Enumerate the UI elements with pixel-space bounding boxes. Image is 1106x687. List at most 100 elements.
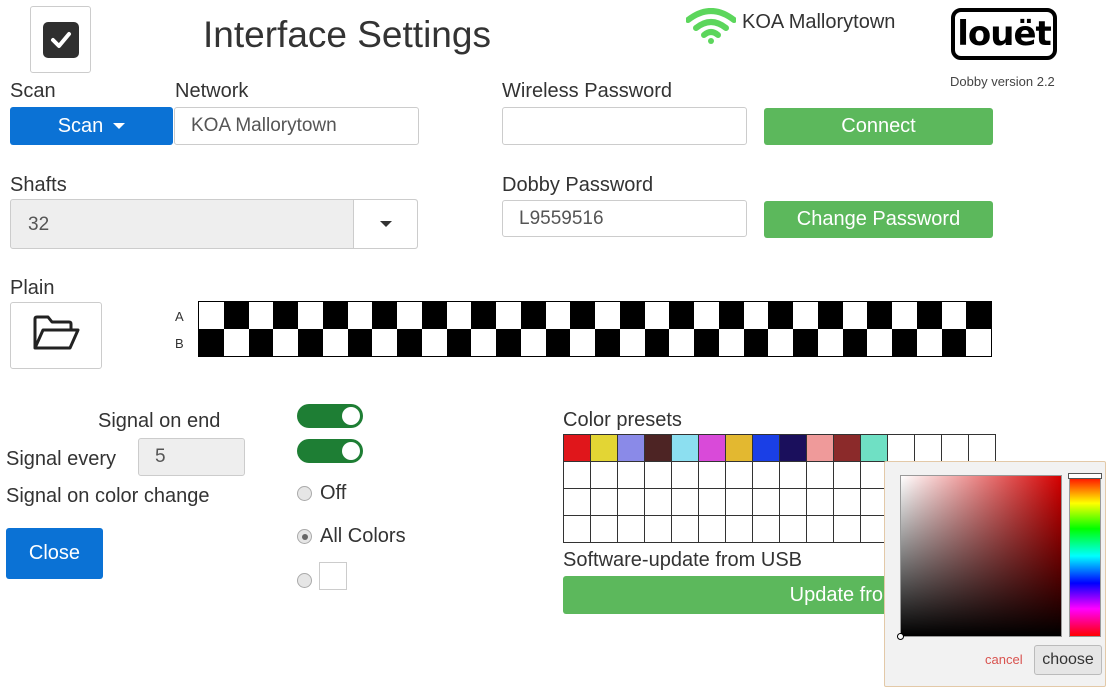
pattern-cell[interactable]: [916, 302, 942, 329]
change-password-button[interactable]: Change Password: [764, 201, 993, 238]
color-preset-swatch[interactable]: [591, 462, 618, 489]
color-preset-swatch[interactable]: [834, 489, 861, 516]
color-preset-swatch[interactable]: [834, 516, 861, 543]
pattern-cell[interactable]: [892, 329, 917, 356]
pattern-cell[interactable]: [322, 329, 348, 356]
pattern-cell[interactable]: [768, 329, 793, 356]
pattern-cell[interactable]: [248, 329, 274, 356]
color-preset-swatch[interactable]: [915, 435, 942, 462]
pattern-cell[interactable]: [248, 302, 274, 329]
pattern-cell[interactable]: [966, 302, 991, 329]
pattern-cell[interactable]: [199, 329, 224, 356]
close-button[interactable]: Close: [6, 528, 103, 579]
pattern-cell[interactable]: [644, 329, 670, 356]
color-preset-swatch[interactable]: [726, 462, 753, 489]
color-preset-swatch[interactable]: [753, 489, 780, 516]
pattern-cell[interactable]: [669, 302, 694, 329]
pattern-cell[interactable]: [397, 302, 422, 329]
scan-button[interactable]: Scan: [10, 107, 173, 145]
color-preset-swatch[interactable]: [645, 489, 672, 516]
color-preset-swatch[interactable]: [753, 462, 780, 489]
pattern-cell[interactable]: [421, 329, 447, 356]
saturation-value-area[interactable]: [897, 475, 1062, 640]
color-preset-swatch[interactable]: [780, 462, 807, 489]
signal-on-end-toggle[interactable]: [297, 404, 363, 428]
color-preset-swatch[interactable]: [618, 489, 645, 516]
color-preset-swatch[interactable]: [834, 435, 861, 462]
radio-all-colors[interactable]: [297, 529, 312, 544]
pattern-cell[interactable]: [718, 302, 744, 329]
pattern-cell[interactable]: [570, 302, 595, 329]
color-preset-swatch[interactable]: [591, 435, 618, 462]
picker-cancel-link[interactable]: cancel: [985, 652, 1023, 667]
pattern-cell[interactable]: [817, 302, 843, 329]
pattern-cell[interactable]: [694, 329, 719, 356]
color-preset-swatch[interactable]: [564, 462, 591, 489]
pattern-cell[interactable]: [941, 329, 967, 356]
color-preset-swatch[interactable]: [618, 435, 645, 462]
pattern-cell[interactable]: [644, 302, 670, 329]
color-preset-swatch[interactable]: [807, 462, 834, 489]
picker-choose-button[interactable]: choose: [1034, 645, 1102, 675]
pattern-cell[interactable]: [768, 302, 793, 329]
pattern-cell[interactable]: [743, 329, 769, 356]
color-preset-swatch[interactable]: [618, 462, 645, 489]
pattern-cell[interactable]: [496, 329, 521, 356]
pattern-cell[interactable]: [199, 302, 224, 329]
color-preset-swatch[interactable]: [969, 435, 996, 462]
pattern-cell[interactable]: [669, 329, 694, 356]
pattern-cell[interactable]: [842, 302, 868, 329]
color-preset-swatch[interactable]: [699, 489, 726, 516]
color-preset-swatch[interactable]: [672, 462, 699, 489]
pattern-cell[interactable]: [223, 329, 249, 356]
pattern-cell[interactable]: [545, 329, 571, 356]
color-preset-swatch[interactable]: [564, 489, 591, 516]
pattern-cell[interactable]: [793, 329, 818, 356]
settings-checkbox-button[interactable]: [30, 6, 91, 73]
pattern-cell[interactable]: [892, 302, 917, 329]
picker-cursor[interactable]: [897, 633, 904, 640]
signal-every-toggle[interactable]: [297, 439, 363, 463]
open-file-button[interactable]: [10, 302, 102, 369]
pattern-cell[interactable]: [273, 302, 298, 329]
color-preset-swatch[interactable]: [672, 516, 699, 543]
pattern-cell[interactable]: [520, 329, 546, 356]
pattern-cell[interactable]: [372, 329, 397, 356]
pattern-cell[interactable]: [941, 302, 967, 329]
color-preset-swatch[interactable]: [753, 516, 780, 543]
signal-every-input[interactable]: 5: [138, 438, 245, 476]
pattern-cell[interactable]: [347, 302, 373, 329]
pattern-cell[interactable]: [471, 329, 496, 356]
wireless-password-input[interactable]: [502, 107, 747, 145]
pattern-cell[interactable]: [694, 302, 719, 329]
color-preset-swatch[interactable]: [942, 435, 969, 462]
connect-button[interactable]: Connect: [764, 108, 993, 145]
pattern-cell[interactable]: [397, 329, 422, 356]
color-preset-swatch[interactable]: [807, 489, 834, 516]
color-preset-swatch[interactable]: [645, 435, 672, 462]
pattern-cell[interactable]: [446, 329, 472, 356]
color-preset-swatch[interactable]: [645, 516, 672, 543]
pattern-cell[interactable]: [718, 329, 744, 356]
color-preset-swatch[interactable]: [807, 516, 834, 543]
shafts-dropdown-button[interactable]: [353, 200, 417, 248]
dobby-password-input[interactable]: L9559516: [502, 200, 747, 237]
color-preset-swatch[interactable]: [618, 516, 645, 543]
pattern-cell[interactable]: [570, 329, 595, 356]
pattern-cell[interactable]: [223, 302, 249, 329]
pattern-cell[interactable]: [817, 329, 843, 356]
hue-handle[interactable]: [1068, 473, 1102, 479]
pattern-cell[interactable]: [793, 302, 818, 329]
pattern-cell[interactable]: [298, 329, 323, 356]
pattern-cell[interactable]: [347, 329, 373, 356]
color-preset-swatch[interactable]: [591, 516, 618, 543]
color-preset-swatch[interactable]: [564, 435, 591, 462]
pattern-cell[interactable]: [867, 302, 892, 329]
pattern-cell[interactable]: [496, 302, 521, 329]
color-preset-swatch[interactable]: [888, 435, 915, 462]
color-preset-swatch[interactable]: [807, 435, 834, 462]
pattern-cell[interactable]: [867, 329, 892, 356]
shafts-select[interactable]: 32: [10, 199, 418, 249]
pattern-cell[interactable]: [916, 329, 942, 356]
color-preset-swatch[interactable]: [726, 435, 753, 462]
